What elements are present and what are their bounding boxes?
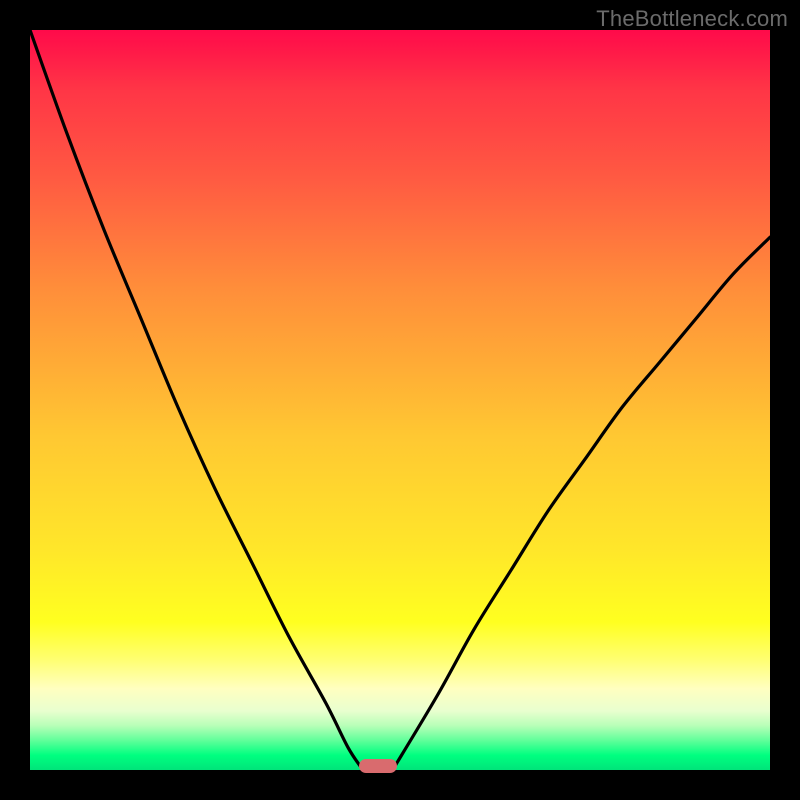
bottleneck-curve [30, 30, 770, 770]
watermark-text: TheBottleneck.com [596, 6, 788, 32]
min-marker [359, 759, 397, 773]
chart-area [30, 30, 770, 770]
curve-left-segment [30, 30, 363, 770]
curve-right-segment [393, 237, 770, 770]
